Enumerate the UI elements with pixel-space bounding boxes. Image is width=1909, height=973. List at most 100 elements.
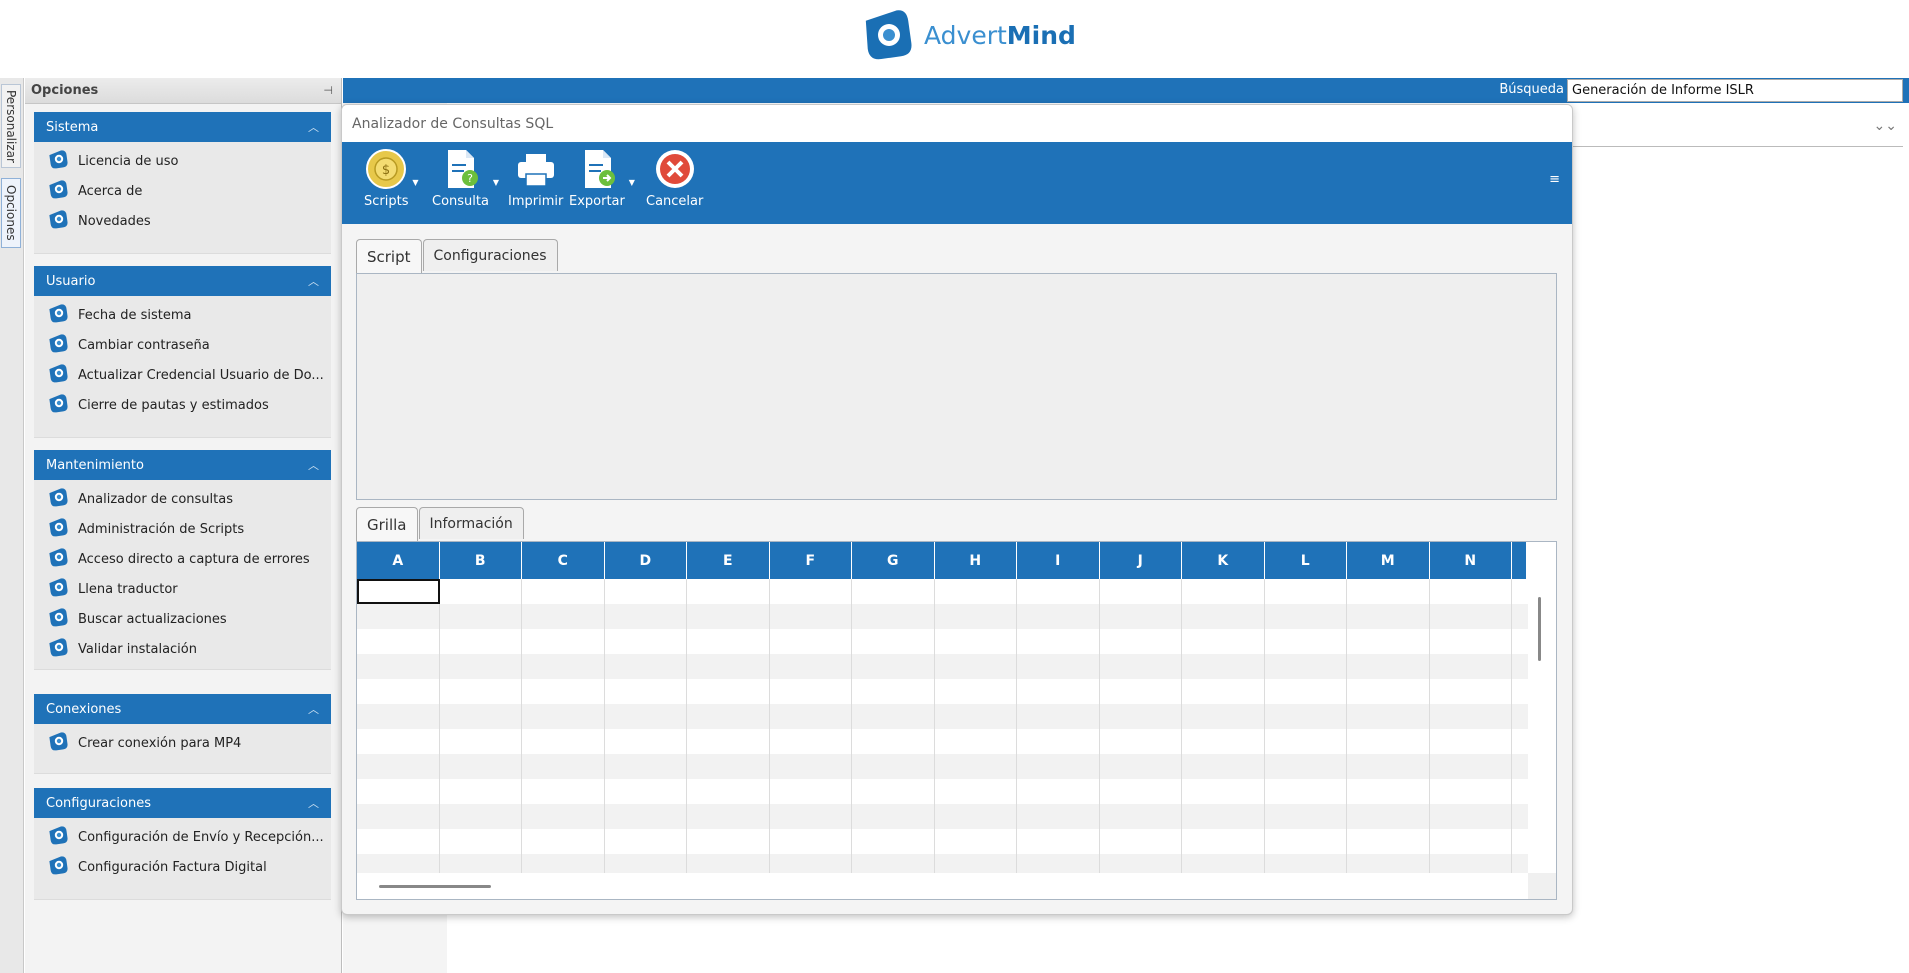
grid-cell[interactable] xyxy=(1430,704,1512,729)
grid-cell[interactable] xyxy=(770,654,852,679)
grid-cell[interactable] xyxy=(522,729,605,754)
menu-icon[interactable]: ≡ xyxy=(1549,172,1560,187)
tab-configuraciones[interactable]: Configuraciones xyxy=(422,239,558,271)
consulta-button[interactable]: ? Consulta ▼ xyxy=(432,148,499,209)
option-item[interactable]: Crear conexión para MP4 xyxy=(34,728,331,758)
grid-cell[interactable] xyxy=(357,604,440,629)
tab-script[interactable]: Script xyxy=(356,239,422,273)
grid-cell[interactable] xyxy=(357,579,440,604)
grid-cell[interactable] xyxy=(1017,704,1100,729)
grid-cell[interactable] xyxy=(1182,704,1265,729)
grid-cell[interactable] xyxy=(1347,754,1430,779)
grid-cell[interactable] xyxy=(1347,679,1430,704)
grid-cell[interactable] xyxy=(935,604,1017,629)
tab-grilla[interactable]: Grilla xyxy=(356,507,418,541)
grid-cell[interactable] xyxy=(687,629,770,654)
grid-cell[interactable] xyxy=(1347,804,1430,829)
grid-column-header[interactable]: E xyxy=(687,542,770,579)
grid-cell[interactable] xyxy=(852,629,935,654)
grid-cell[interactable] xyxy=(1265,679,1347,704)
option-item[interactable]: Validar instalación xyxy=(34,634,331,664)
grid-cell[interactable] xyxy=(1182,754,1265,779)
grid-cell[interactable] xyxy=(770,804,852,829)
grid-column-header[interactable]: F xyxy=(769,542,852,579)
grid-column-header[interactable]: N xyxy=(1429,542,1512,579)
option-item[interactable]: Cierre de pautas y estimados xyxy=(34,390,331,420)
grid-column-header[interactable]: C xyxy=(522,542,605,579)
grid-cell[interactable] xyxy=(522,654,605,679)
grid-cell[interactable] xyxy=(852,704,935,729)
grid-cell[interactable] xyxy=(935,704,1017,729)
grid-cell[interactable] xyxy=(1100,679,1182,704)
tab-opciones[interactable]: Opciones xyxy=(1,178,21,248)
grid-cell[interactable] xyxy=(522,679,605,704)
grid-cell[interactable] xyxy=(1100,804,1182,829)
grid-cell[interactable] xyxy=(605,604,687,629)
grid-cell[interactable] xyxy=(935,754,1017,779)
chevron-up-icon[interactable]: ︿ xyxy=(308,273,319,289)
scrollbar-thumb[interactable] xyxy=(379,885,491,888)
grid-cell[interactable] xyxy=(1347,579,1430,604)
grid-cell[interactable] xyxy=(1182,629,1265,654)
grid-cell[interactable] xyxy=(440,729,522,754)
grid-cell[interactable] xyxy=(935,579,1017,604)
grid-cell[interactable] xyxy=(440,604,522,629)
tab-informacion[interactable]: Información xyxy=(418,507,524,539)
grid-cell[interactable] xyxy=(440,829,522,854)
grid-cell[interactable] xyxy=(1100,704,1182,729)
grid-cell[interactable] xyxy=(1430,804,1512,829)
grid-cell[interactable] xyxy=(935,804,1017,829)
grid-cell[interactable] xyxy=(935,829,1017,854)
group-header[interactable]: Sistema ︿ xyxy=(34,112,331,142)
grid-cell[interactable] xyxy=(1347,629,1430,654)
grid-column-header[interactable]: I xyxy=(1017,542,1100,579)
grid-cell[interactable] xyxy=(770,829,852,854)
grid-column-header[interactable]: J xyxy=(1099,542,1182,579)
grid-cell[interactable] xyxy=(770,704,852,729)
grid-cell[interactable] xyxy=(1347,829,1430,854)
grid-cell[interactable] xyxy=(605,579,687,604)
grid-column-header[interactable]: B xyxy=(439,542,522,579)
grid-cell[interactable] xyxy=(1430,679,1512,704)
grid-cell[interactable] xyxy=(440,629,522,654)
grid-cell[interactable] xyxy=(1430,629,1512,654)
grid-cell[interactable] xyxy=(357,679,440,704)
grid-cell[interactable] xyxy=(1100,829,1182,854)
grid-cell[interactable] xyxy=(770,729,852,754)
grid-cell[interactable] xyxy=(605,779,687,804)
grid-cell[interactable] xyxy=(1017,579,1100,604)
option-item[interactable]: Actualizar Credencial Usuario de Do... xyxy=(34,360,331,390)
grid-cell[interactable] xyxy=(1182,779,1265,804)
search-input[interactable] xyxy=(1567,79,1903,102)
chevron-up-icon[interactable]: ︿ xyxy=(308,795,319,811)
grid-cell[interactable] xyxy=(357,704,440,729)
group-header[interactable]: Mantenimiento ︿ xyxy=(34,450,331,480)
option-item[interactable]: Licencia de uso xyxy=(34,146,331,176)
grid-cell[interactable] xyxy=(687,579,770,604)
grid-cell[interactable] xyxy=(357,779,440,804)
grid-cell[interactable] xyxy=(1265,729,1347,754)
grid-cell[interactable] xyxy=(1430,754,1512,779)
grid-cell[interactable] xyxy=(687,679,770,704)
grid-cell[interactable] xyxy=(357,829,440,854)
grid-column-header[interactable]: G xyxy=(852,542,935,579)
option-item[interactable]: Acceso directo a captura de errores xyxy=(34,544,331,574)
grid-cell[interactable] xyxy=(1017,729,1100,754)
grid-cell[interactable] xyxy=(1017,654,1100,679)
grid-cell[interactable] xyxy=(1017,604,1100,629)
grid-cell[interactable] xyxy=(1100,779,1182,804)
grid-cell[interactable] xyxy=(1430,779,1512,804)
grid-cell[interactable] xyxy=(357,804,440,829)
exportar-button[interactable]: Exportar ▼ xyxy=(569,148,635,209)
grid-cell[interactable] xyxy=(1265,804,1347,829)
grid-cell[interactable] xyxy=(852,754,935,779)
grid-column-header[interactable]: M xyxy=(1347,542,1430,579)
option-item[interactable]: Llena traductor xyxy=(34,574,331,604)
option-item[interactable]: Novedades xyxy=(34,206,331,236)
chevron-up-icon[interactable]: ︿ xyxy=(308,701,319,717)
grid-cell[interactable] xyxy=(522,579,605,604)
grid-cell[interactable] xyxy=(1182,729,1265,754)
grid-cell[interactable] xyxy=(522,829,605,854)
option-item[interactable]: Cambiar contraseña xyxy=(34,330,331,360)
grid-column-header[interactable]: K xyxy=(1182,542,1265,579)
